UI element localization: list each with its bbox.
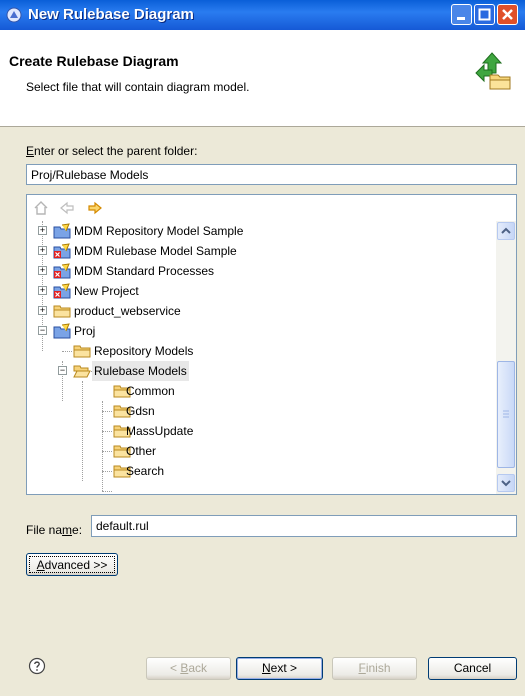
tree-vertical-scrollbar[interactable]	[496, 221, 516, 494]
page-title: Create Rulebase Diagram	[9, 53, 179, 69]
finish-button[interactable]: Finish	[332, 657, 417, 680]
cancel-button[interactable]: Cancel	[428, 657, 517, 680]
tree-content: + MDM Repository Model Sample + MDM Rule…	[27, 221, 496, 494]
minimize-icon	[457, 17, 465, 20]
tree-item[interactable]: + MDM Repository Model Sample	[27, 221, 487, 241]
wizard-banner-icon	[475, 52, 511, 90]
project-error-icon	[53, 243, 71, 259]
back-arrow-icon[interactable]	[59, 200, 75, 216]
next-button[interactable]: Next >	[236, 657, 323, 680]
app-icon	[6, 7, 22, 23]
collapse-toggle[interactable]: −	[58, 366, 67, 375]
maximize-button[interactable]	[474, 4, 495, 25]
expand-toggle[interactable]: +	[38, 226, 47, 235]
back-button[interactable]: < Back	[146, 657, 231, 680]
tree-item[interactable]: MassUpdate	[27, 421, 487, 441]
tree-item[interactable]: + MDM Standard Processes	[27, 261, 487, 281]
tree-item-label: Rulebase Models	[92, 361, 189, 381]
tree-item[interactable]: + New Project	[27, 281, 487, 301]
folder-icon	[73, 345, 91, 358]
advanced-button[interactable]: Advanced >>	[26, 553, 118, 576]
tree-item[interactable]: Gdsn	[27, 401, 487, 421]
expand-toggle[interactable]: +	[38, 306, 47, 315]
expand-toggle[interactable]: +	[38, 266, 47, 275]
advanced-button-label: Advanced >>	[29, 556, 115, 573]
help-icon[interactable]	[28, 657, 46, 675]
scroll-down-button[interactable]	[497, 474, 515, 492]
tree-item[interactable]: + MDM Rulebase Model Sample	[27, 241, 487, 261]
tree-item-label: New Project	[74, 284, 139, 298]
folder-icon	[53, 305, 71, 318]
tree-item-label: MDM Rulebase Model Sample	[74, 244, 237, 258]
chevron-down-icon	[501, 480, 511, 487]
expand-toggle[interactable]: +	[38, 286, 47, 295]
close-button[interactable]	[497, 4, 518, 25]
project-error-icon	[53, 263, 71, 279]
parent-folder-label: Enter or select the parent folder:	[26, 144, 198, 158]
chevron-up-icon	[501, 227, 511, 234]
tree-item[interactable]: + product_webservice	[27, 301, 487, 321]
file-name-input[interactable]	[91, 515, 517, 537]
tree-item-label: Search	[126, 464, 165, 478]
home-icon[interactable]	[33, 200, 49, 216]
expand-toggle[interactable]: +	[38, 246, 47, 255]
scroll-thumb[interactable]	[497, 361, 515, 468]
dialog-header: Create Rulebase Diagram Select file that…	[0, 30, 525, 127]
tree-item[interactable]: Other	[27, 441, 487, 461]
tree-item-label: Common	[126, 384, 175, 398]
tree-item[interactable]: − Proj	[27, 321, 487, 341]
tree-item-label: Gdsn	[126, 404, 155, 418]
project-error-icon	[53, 283, 71, 299]
maximize-icon	[478, 8, 491, 21]
tree-item-label: Proj	[74, 324, 96, 338]
project-icon	[53, 323, 71, 339]
tree-item-label: Other	[126, 444, 157, 458]
close-icon	[502, 9, 513, 20]
scroll-up-button[interactable]	[497, 222, 515, 240]
tree-item-selected[interactable]: − Rulebase Models	[27, 361, 487, 381]
page-description: Select file that will contain diagram mo…	[26, 80, 250, 94]
folder-open-icon	[73, 365, 91, 378]
tree-item-label: MDM Standard Processes	[74, 264, 215, 278]
collapse-toggle[interactable]: −	[38, 326, 47, 335]
title-bar: New Rulebase Diagram	[0, 0, 525, 30]
window-title: New Rulebase Diagram	[28, 6, 194, 23]
tree-item-label: MDM Repository Model Sample	[74, 224, 244, 238]
file-name-label: File name:	[26, 523, 83, 537]
minimize-button[interactable]	[451, 4, 472, 25]
tree-item-label: Repository Models	[94, 344, 194, 358]
parent-folder-input[interactable]	[26, 164, 517, 185]
folder-tree[interactable]: + MDM Repository Model Sample + MDM Rule…	[26, 194, 517, 495]
tree-item[interactable]: Repository Models	[27, 341, 487, 361]
tree-item[interactable]: Common	[27, 381, 487, 401]
tree-item[interactable]: Search	[27, 461, 487, 481]
tree-item-label: MassUpdate	[126, 424, 194, 438]
tree-nav-bar	[27, 195, 516, 221]
forward-arrow-icon[interactable]	[87, 200, 103, 216]
grip-icon	[503, 410, 509, 418]
project-icon	[53, 223, 71, 239]
tree-item-label: product_webservice	[74, 304, 181, 318]
